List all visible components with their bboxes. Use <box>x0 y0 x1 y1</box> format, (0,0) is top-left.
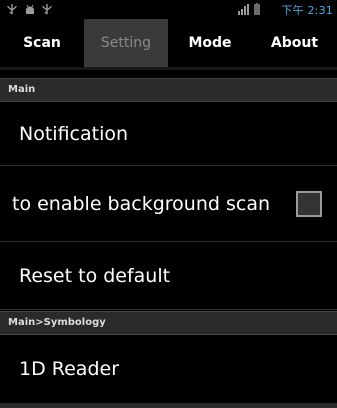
notification-item[interactable]: Notification <box>0 102 337 166</box>
section-title: Main>Symbology <box>8 317 106 328</box>
usb-icon <box>7 4 17 15</box>
tab-scan[interactable]: Scan <box>0 19 84 67</box>
tab-divider <box>0 67 337 70</box>
reset-default-item[interactable]: Reset to default <box>0 242 337 310</box>
section-title: Main <box>8 84 36 95</box>
1d-reader-label: 1D Reader <box>19 358 120 380</box>
tab-mode[interactable]: Mode <box>168 19 252 67</box>
battery-icon <box>254 3 260 15</box>
notification-label: Notification <box>19 122 129 145</box>
list-divider <box>0 403 337 408</box>
reset-default-label: Reset to default <box>19 264 171 287</box>
tab-bar: Scan Setting Mode About <box>0 19 337 70</box>
status-bar: 下午 2:31 <box>0 0 337 19</box>
background-scan-label: to enable background scan <box>12 192 271 215</box>
tab-about[interactable]: About <box>252 19 337 67</box>
section-header-main: Main <box>0 78 337 102</box>
usb-icon <box>42 4 52 15</box>
tab-setting[interactable]: Setting <box>84 19 168 67</box>
label-clip: to enable background scan <box>0 166 287 241</box>
section-header-symbology: Main>Symbology <box>0 311 337 335</box>
background-scan-checkbox[interactable] <box>296 190 322 217</box>
signal-icon <box>238 4 249 15</box>
status-time: 下午 2:31 <box>281 4 333 17</box>
android-debug-icon <box>26 4 34 14</box>
background-scan-item[interactable]: to enable background scan <box>0 166 337 242</box>
1d-reader-item[interactable]: 1D Reader <box>0 335 337 403</box>
